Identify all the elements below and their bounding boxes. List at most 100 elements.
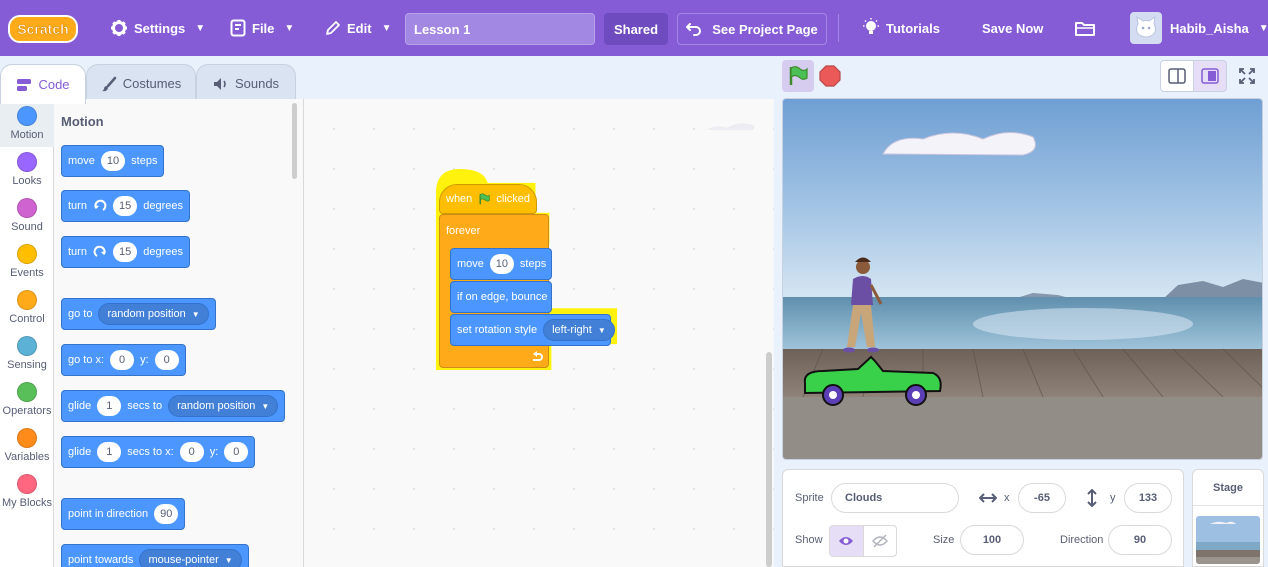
file-menu[interactable]: File ▼ — [230, 0, 294, 56]
x-input[interactable]: 0 — [179, 442, 204, 462]
cat-avatar-icon — [1136, 15, 1156, 38]
go-to-block[interactable]: go to random position ▼ — [61, 298, 216, 330]
save-now-button[interactable]: Save Now — [982, 0, 1043, 56]
my-stuff-button[interactable] — [1074, 0, 1096, 56]
stage-target-pane[interactable]: Stage — [1192, 469, 1264, 567]
category-looks[interactable]: Looks — [0, 147, 54, 193]
x-input[interactable]: 0 — [110, 350, 135, 370]
rotate-clockwise-icon — [93, 199, 107, 211]
steps-input[interactable]: 10 — [100, 151, 126, 171]
turn-left-block[interactable]: turn 15 degrees — [61, 236, 190, 268]
degrees-input[interactable]: 15 — [112, 196, 138, 216]
stop-button[interactable] — [818, 64, 842, 88]
category-sound[interactable]: Sound — [0, 193, 54, 239]
category-menu: Motion Looks Sound Events Control Sensin… — [0, 99, 54, 567]
see-project-page-button[interactable]: See Project Page — [677, 13, 827, 45]
direction-input[interactable]: 90 — [154, 504, 179, 524]
move-steps-block[interactable]: move 10 steps — [61, 145, 165, 177]
point-towards-dropdown[interactable]: mouse-pointer ▼ — [139, 549, 242, 567]
tab-costumes[interactable]: Costumes — [86, 64, 196, 102]
x-position-input[interactable]: -65 — [1018, 483, 1066, 513]
move-steps-block[interactable]: move 10 steps — [450, 248, 552, 280]
shared-button[interactable]: Shared — [604, 13, 668, 45]
operators-category-dot — [17, 382, 37, 402]
point-in-direction-block[interactable]: point in direction 90 — [61, 498, 186, 530]
if-on-edge-bounce-block[interactable]: if on edge, bounce — [450, 281, 552, 313]
turn-right-block[interactable]: turn 15 degrees — [61, 190, 190, 222]
fullscreen-button[interactable] — [1232, 60, 1262, 92]
project-title-input[interactable]: Lesson 1 — [405, 13, 595, 45]
shared-label: Shared — [613, 21, 659, 37]
secs-input[interactable]: 1 — [97, 442, 122, 462]
stage-canvas[interactable] — [782, 98, 1263, 460]
set-rotation-style-block[interactable]: set rotation style left-right ▼ — [450, 314, 615, 346]
stage-scene — [783, 99, 1262, 459]
green-flag-button[interactable] — [782, 60, 814, 92]
eye-icon — [839, 537, 854, 545]
category-sensing[interactable]: Sensing — [0, 331, 54, 377]
hide-sprite-button[interactable] — [864, 526, 897, 556]
dropdown-value: random position — [177, 400, 256, 412]
palette-scrollbar[interactable] — [292, 103, 297, 179]
block-text: point towards — [68, 554, 134, 566]
sprite-name-input[interactable]: Clouds — [831, 483, 959, 513]
tab-sounds[interactable]: Sounds — [196, 64, 296, 102]
stage-thumbnail[interactable] — [1196, 516, 1260, 564]
paintbrush-icon — [101, 76, 116, 91]
workspace-scrollbar[interactable] — [766, 352, 772, 567]
settings-label: Settings — [134, 20, 186, 36]
go-to-xy-block[interactable]: go to x: 0 y: 0 — [61, 344, 186, 376]
show-sprite-button[interactable] — [830, 526, 864, 556]
tutorials-button[interactable]: Tutorials — [862, 0, 940, 56]
block-text: go to x: — [68, 354, 105, 366]
glide-target-dropdown[interactable]: random position ▼ — [168, 395, 279, 417]
small-stage-button[interactable] — [1160, 60, 1194, 92]
rotation-style-dropdown[interactable]: left-right ▼ — [543, 319, 615, 341]
sprite-info-panel: Sprite Clouds x -65 y 133 Show Size 100 … — [782, 469, 1184, 567]
y-input[interactable]: 0 — [224, 442, 249, 462]
edit-menu[interactable]: Edit ▼ — [325, 0, 391, 56]
avatar — [1130, 12, 1162, 44]
when-flag-clicked-block[interactable]: when clicked — [439, 184, 537, 214]
tab-sounds-label: Sounds — [234, 76, 280, 91]
point-towards-block[interactable]: point towards mouse-pointer ▼ — [61, 544, 249, 567]
category-events[interactable]: Events — [0, 239, 54, 285]
category-my-blocks[interactable]: My Blocks — [0, 469, 54, 515]
category-label: Events — [10, 267, 44, 279]
show-label: Show — [795, 534, 823, 546]
settings-menu[interactable]: Settings ▼ — [110, 0, 205, 56]
account-menu[interactable]: Habib_Aisha ▼ — [1130, 0, 1268, 56]
normal-stage-button[interactable] — [1193, 60, 1227, 92]
size-input[interactable]: 100 — [960, 525, 1024, 555]
tutorials-label: Tutorials — [886, 20, 940, 36]
glide-xy-block[interactable]: glide 1 secs to x: 0 y: 0 — [61, 436, 256, 468]
degrees-input[interactable]: 15 — [112, 242, 138, 262]
category-variables[interactable]: Variables — [0, 423, 54, 469]
pencil-icon — [326, 21, 340, 35]
secs-input[interactable]: 1 — [97, 396, 122, 416]
palette-section-title: Motion — [61, 114, 104, 129]
menu-divider — [838, 14, 839, 42]
category-motion[interactable]: Motion — [0, 101, 54, 147]
category-label: Sensing — [7, 359, 47, 371]
steps-input[interactable]: 10 — [489, 254, 514, 274]
scratch-logo[interactable]: Scratch — [8, 14, 78, 44]
block-text: y: — [209, 446, 219, 458]
username: Habib_Aisha — [1170, 20, 1249, 36]
block-text: glide — [68, 400, 92, 412]
go-to-target-dropdown[interactable]: random position ▼ — [98, 303, 209, 325]
y-input[interactable]: 0 — [154, 350, 179, 370]
y-position-input[interactable]: 133 — [1124, 483, 1172, 513]
size-label: Size — [933, 534, 955, 546]
tab-code[interactable]: Code — [0, 64, 86, 104]
category-control[interactable]: Control — [0, 285, 54, 331]
category-operators[interactable]: Operators — [0, 377, 54, 423]
direction-input[interactable]: 90 — [1108, 525, 1172, 555]
chevron-down-icon: ▼ — [1258, 22, 1268, 34]
block-text: turn — [68, 246, 87, 258]
glide-block[interactable]: glide 1 secs to random position ▼ — [61, 390, 286, 422]
block-text: move — [457, 258, 484, 270]
sound-category-dot — [17, 198, 37, 218]
dropdown-value: left-right — [552, 324, 592, 336]
tab-code-label: Code — [38, 77, 70, 92]
